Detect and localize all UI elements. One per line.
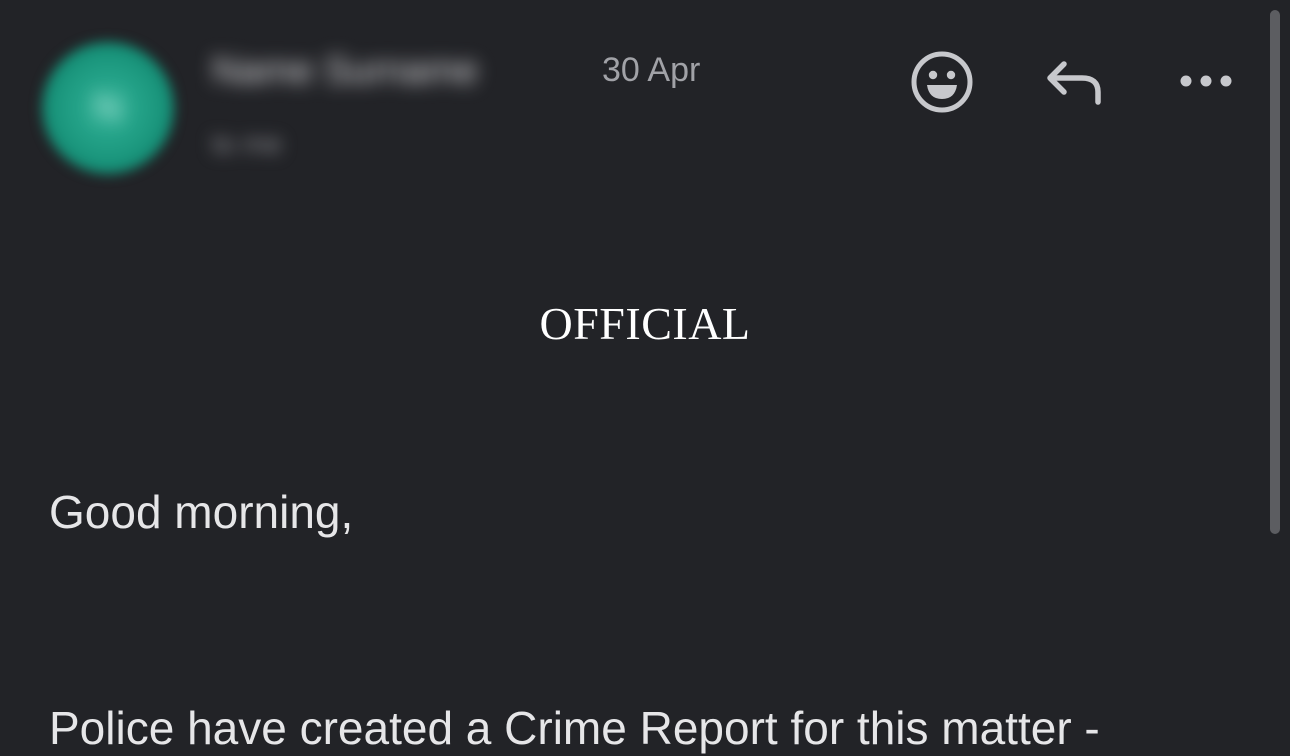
message-greeting: Good morning, — [49, 486, 354, 538]
classification-label: OFFICIAL — [539, 298, 751, 349]
message-header: N Name Surname to me 30 Apr — [0, 0, 1290, 200]
avatar-initial: N — [93, 85, 123, 130]
reply-icon — [1047, 61, 1101, 105]
recipient-details-toggle[interactable]: to me — [212, 120, 362, 168]
more-options-button[interactable] — [1174, 62, 1238, 100]
message-body-line: Police have created a Crime Report for t… — [49, 702, 1100, 754]
message-date: 30 Apr — [602, 51, 701, 89]
smile-icon — [911, 51, 973, 113]
sender-name[interactable]: Name Surname — [212, 46, 577, 96]
scrollbar[interactable] — [1270, 10, 1280, 534]
reply-button[interactable] — [1040, 52, 1106, 110]
add-reaction-button[interactable] — [908, 48, 976, 116]
more-horizontal-icon — [1180, 75, 1232, 87]
